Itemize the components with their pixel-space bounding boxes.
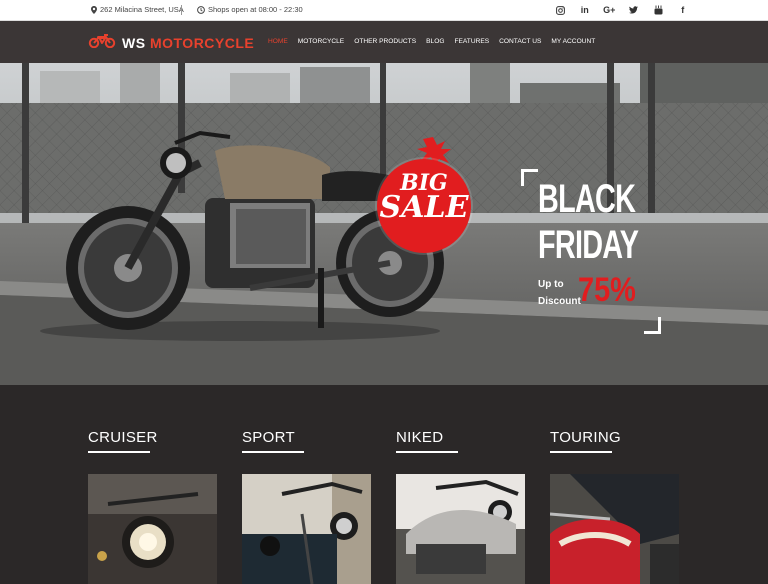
category-niked: NIKED xyxy=(396,429,526,584)
categories-section: CRUISER SPORT NIKED TOURING xyxy=(0,385,768,584)
category-touring: TOURING xyxy=(550,429,680,584)
address-text: 262 Milacina Street, USA xyxy=(100,5,184,14)
big-sale-badge: BIG SALE xyxy=(373,135,481,255)
youtube-icon[interactable] xyxy=(646,4,671,16)
category-title[interactable]: TOURING xyxy=(550,429,680,447)
divider xyxy=(181,5,182,15)
nav-other-products[interactable]: OTHER PRODUCTS xyxy=(354,38,416,45)
hours-info: Shops open at 08:00 - 22:30 xyxy=(197,5,303,14)
hours-text: Shops open at 08:00 - 22:30 xyxy=(208,5,303,14)
frame-corner-top-left xyxy=(521,169,538,186)
clock-icon xyxy=(197,5,205,14)
title-underline xyxy=(88,451,150,453)
site-logo[interactable]: WS MOTORCYCLE xyxy=(88,33,254,53)
google-plus-icon[interactable]: G+ xyxy=(597,4,622,16)
brand-name-part1: WS xyxy=(122,35,146,51)
category-title[interactable]: NIKED xyxy=(396,429,526,447)
title-underline xyxy=(242,451,304,453)
main-navbar: WS MOTORCYCLE HOME MOTORCYCLE OTHER PROD… xyxy=(0,21,768,63)
twitter-icon[interactable] xyxy=(622,4,647,16)
nav-contact-us[interactable]: CONTACT US xyxy=(499,38,541,45)
nav-features[interactable]: FEATURES xyxy=(454,38,489,45)
brand-name: WS MOTORCYCLE xyxy=(122,35,254,51)
title-underline xyxy=(396,451,458,453)
cruiser-thumbnail-image[interactable] xyxy=(88,474,217,584)
instagram-icon[interactable] xyxy=(548,4,573,16)
badge-line2: SALE xyxy=(379,190,469,225)
category-title[interactable]: SPORT xyxy=(242,429,372,447)
facebook-icon[interactable]: f xyxy=(671,4,696,16)
motorcycle-logo-icon xyxy=(88,33,116,53)
nav-home[interactable]: HOME xyxy=(268,38,288,45)
category-cruiser: CRUISER xyxy=(88,429,218,584)
linkedin-icon[interactable]: in xyxy=(573,4,598,16)
social-links: in G+ f xyxy=(548,4,695,16)
frame-corner-bottom-right xyxy=(644,317,661,334)
map-pin-icon xyxy=(91,5,97,14)
nav-motorcycle[interactable]: MOTORCYCLE xyxy=(298,38,344,45)
nav-my-account[interactable]: MY ACCOUNT xyxy=(551,38,595,45)
nav-blog[interactable]: BLOG xyxy=(426,38,444,45)
upto-label: Up to xyxy=(538,279,564,290)
address-info: 262 Milacina Street, USA xyxy=(91,5,184,14)
main-menu: HOME MOTORCYCLE OTHER PRODUCTS BLOG FEAT… xyxy=(268,38,605,45)
brand-name-part2: MOTORCYCLE xyxy=(149,35,255,51)
headline-line2: FRIDAY xyxy=(538,223,639,267)
discount-label: Discount xyxy=(538,296,581,307)
discount-value: 75% xyxy=(578,271,636,309)
headline-line1: BLACK xyxy=(538,177,636,221)
category-title[interactable]: CRUISER xyxy=(88,429,218,447)
title-underline xyxy=(550,451,612,453)
sport-thumbnail-image[interactable] xyxy=(242,474,371,584)
top-info-bar: 262 Milacina Street, USA Shops open at 0… xyxy=(0,0,768,21)
hero-banner[interactable]: BIG SALE BLACK FRIDAY Up to Discount 75% xyxy=(0,63,768,385)
category-sport: SPORT xyxy=(242,429,372,584)
niked-thumbnail-image[interactable] xyxy=(396,474,525,584)
touring-thumbnail-image[interactable] xyxy=(550,474,679,584)
